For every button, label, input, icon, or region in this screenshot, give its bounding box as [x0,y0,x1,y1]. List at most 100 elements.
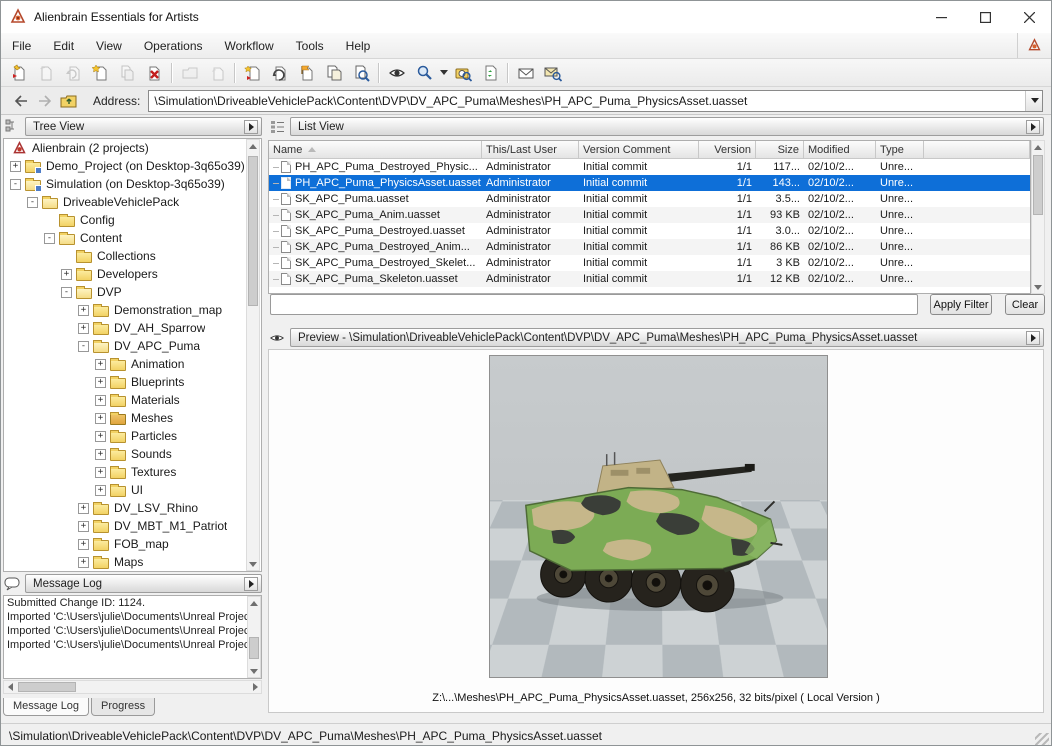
back-button[interactable] [9,90,33,112]
tree-item[interactable]: + DV_LSV_Rhino [4,499,261,517]
message-log-menu-button[interactable] [244,577,258,591]
view-thumbnails-icon[interactable] [449,61,476,85]
tree-item-meshes-current[interactable]: + Meshes [4,409,261,427]
tree-item[interactable]: + Developers [4,265,261,283]
column-header-user[interactable]: This/Last User [482,141,579,158]
send-mail-icon[interactable] [512,61,539,85]
filter-input[interactable] [270,294,918,315]
edit-file-icon[interactable] [266,61,293,85]
tree-expander[interactable]: + [95,413,106,424]
menu-edit[interactable]: Edit [42,35,85,57]
tree-item-root[interactable]: Alienbrain (2 projects) [4,139,261,157]
message-log-vscrollbar[interactable] [247,596,261,678]
tree-expander[interactable]: + [95,395,106,406]
search-dropdown-caret[interactable] [437,61,449,85]
table-row[interactable]: SK_APC_Puma_Skeleton.uasset Administrato… [269,271,1030,287]
tree-item[interactable]: - DV_APC_Puma [4,337,261,355]
menu-view[interactable]: View [85,35,133,57]
tree-item[interactable]: + Maps [4,553,261,571]
check-out-flag-icon[interactable] [293,61,320,85]
column-header-modified[interactable]: Modified [804,141,876,158]
column-header-version[interactable]: Version [699,141,756,158]
resize-grip[interactable] [1035,733,1049,746]
menu-help[interactable]: Help [335,35,382,57]
tree-expander[interactable]: + [78,503,89,514]
forward-button[interactable] [33,90,57,112]
list-scrollbar[interactable] [1031,140,1045,294]
tree-item[interactable]: - DriveableVehiclePack [4,193,261,211]
tree-item[interactable]: + DV_MBT_M1_Patriot [4,517,261,535]
column-header-type[interactable]: Type [876,141,924,158]
tree-scrollbar[interactable] [246,139,260,571]
minimize-button[interactable] [919,1,963,33]
rename-file-icon[interactable] [203,61,230,85]
maximize-button[interactable] [963,1,1007,33]
tree-item[interactable]: Config [4,211,261,229]
tree-expander[interactable]: - [10,179,21,190]
new-folder-icon[interactable] [176,61,203,85]
apply-filter-button[interactable]: Apply Filter [930,294,992,315]
menu-workflow[interactable]: Workflow [214,35,285,57]
tree-item[interactable]: + Animation [4,355,261,373]
tree-expander[interactable]: + [78,323,89,334]
add-file-icon[interactable] [86,61,113,85]
tree-expander[interactable]: - [27,197,38,208]
up-folder-button[interactable] [57,90,81,112]
tree-item[interactable]: + FOB_map [4,535,261,553]
list-view-menu-button[interactable] [1026,120,1040,134]
mail-search-icon[interactable] [539,61,566,85]
tree-item[interactable]: + UI [4,481,261,499]
tree-expander[interactable]: + [61,269,72,280]
tree-expander[interactable]: + [78,305,89,316]
close-button[interactable] [1007,1,1051,33]
tree-expander[interactable]: + [95,485,106,496]
address-value[interactable]: \Simulation\DriveableVehiclePack\Content… [149,94,1025,108]
table-row-selected[interactable]: PH_APC_Puma_PhysicsAsset.uasset Administ… [269,175,1030,191]
tree-item[interactable]: + DV_AH_Sparrow [4,319,261,337]
table-row[interactable]: SK_APC_Puma_Destroyed_Anim... Administra… [269,239,1030,255]
refresh-icon[interactable] [476,61,503,85]
tree-expander[interactable]: + [78,539,89,550]
tree-item[interactable]: - Content [4,229,261,247]
table-row[interactable]: PH_APC_Puma_Destroyed_Physic... Administ… [269,159,1030,175]
tree-item[interactable]: Collections [4,247,261,265]
tree-expander[interactable]: + [95,431,106,442]
table-row[interactable]: SK_APC_Puma.uasset Administrator Initial… [269,191,1030,207]
tree-expander[interactable]: - [78,341,89,352]
tree-expander[interactable]: + [78,521,89,532]
tree-expander[interactable]: + [95,449,106,460]
tree-expander[interactable]: + [95,359,106,370]
tree-item[interactable]: + Blueprints [4,373,261,391]
table-row[interactable]: SK_APC_Puma_Anim.uasset Administrator In… [269,207,1030,223]
address-combo[interactable]: \Simulation\DriveableVehiclePack\Content… [148,90,1043,112]
column-header-comment[interactable]: Version Comment [579,141,699,158]
tree-expander[interactable]: - [44,233,55,244]
tree-item[interactable]: + Particles [4,427,261,445]
table-row[interactable]: SK_APC_Puma_Destroyed.uasset Administrat… [269,223,1030,239]
message-log-hscrollbar[interactable] [3,680,262,694]
find-in-files-icon[interactable] [347,61,374,85]
tree-item[interactable]: + Sounds [4,445,261,463]
tree-item[interactable]: - DVP [4,283,261,301]
column-header-name[interactable]: Name [269,141,482,158]
tree-item[interactable]: - Simulation (on Desktop-3q65o39) [4,175,261,193]
tab-message-log[interactable]: Message Log [3,698,89,716]
tree-item[interactable]: + Materials [4,391,261,409]
tree-expander[interactable]: - [61,287,72,298]
undo-check-out-icon[interactable] [59,61,86,85]
table-row[interactable]: SK_APC_Puma_Destroyed_Skelet... Administ… [269,255,1030,271]
copy-files-icon[interactable] [320,61,347,85]
import-file-icon[interactable] [239,61,266,85]
tree-item[interactable]: + Textures [4,463,261,481]
show-preview-eye-icon[interactable] [383,61,410,85]
delete-file-icon[interactable] [140,61,167,85]
tree-item[interactable]: + Demo_Project (on Desktop-3q65o39) [4,157,261,175]
tree-expander[interactable]: + [95,377,106,388]
preview-menu-button[interactable] [1026,331,1040,345]
tree-expander[interactable]: + [78,557,89,568]
tree-expander[interactable]: + [10,161,21,172]
menu-operations[interactable]: Operations [133,35,214,57]
tree-view-menu-button[interactable] [244,120,258,134]
menu-tools[interactable]: Tools [285,35,335,57]
tree-item[interactable]: + Demonstration_map [4,301,261,319]
